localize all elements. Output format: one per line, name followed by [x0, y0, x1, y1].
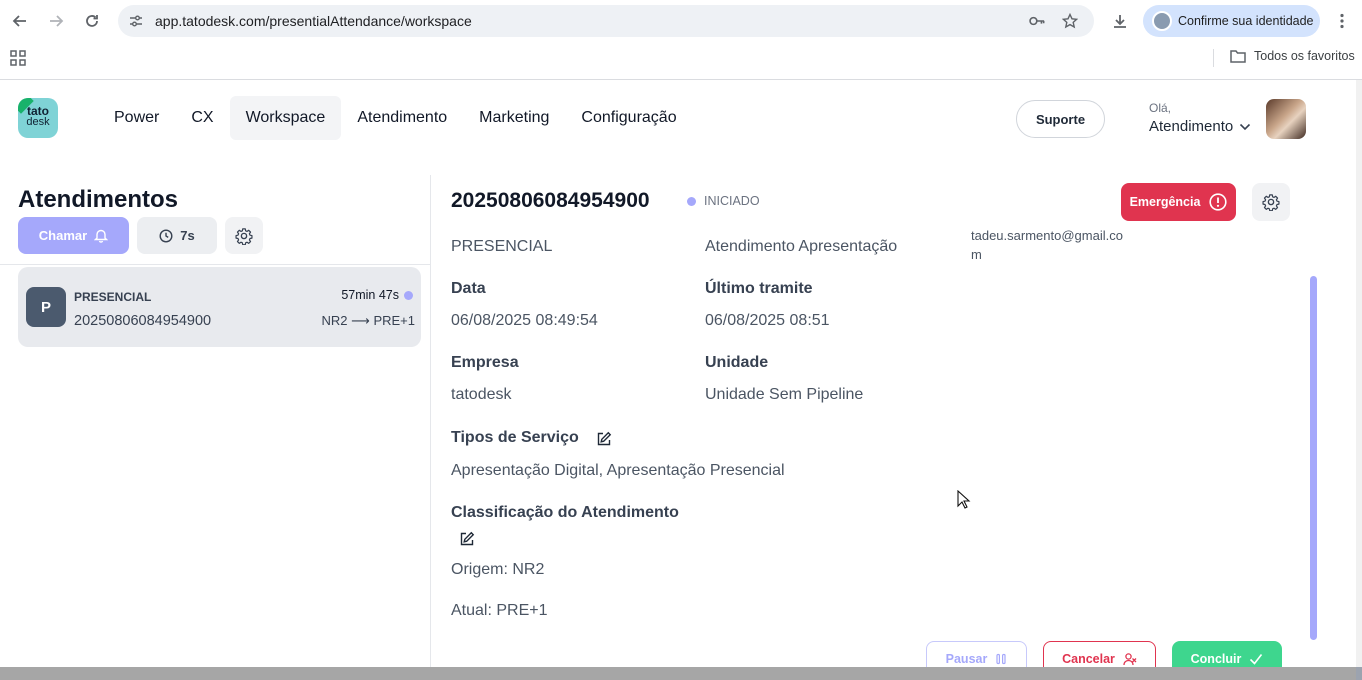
menu-item-workspace[interactable]: Workspace	[229, 96, 342, 140]
company-label: Empresa	[451, 354, 519, 371]
menu-item-atendimento[interactable]: Atendimento	[341, 96, 463, 140]
profile-button[interactable]: Confirme sua identidade	[1143, 5, 1320, 37]
queue-settings-button[interactable]	[225, 217, 263, 254]
pause-label: Pausar	[945, 652, 988, 666]
bell-icon	[94, 229, 109, 243]
pause-icon	[996, 653, 1006, 665]
user-role-label: Atendimento	[1149, 118, 1234, 135]
call-button[interactable]: Chamar	[18, 217, 129, 254]
edit-classification-icon[interactable]	[458, 530, 476, 548]
reload-icon[interactable]	[82, 11, 102, 31]
queue-item-type: PRESENCIAL	[74, 290, 152, 304]
status-text: INICIADO	[704, 194, 760, 208]
clock-icon	[159, 228, 173, 243]
menu-item-configuracao[interactable]: Configuração	[565, 96, 692, 140]
emergency-label: Emergência	[1129, 195, 1201, 209]
folder-icon	[1230, 50, 1246, 63]
user-role-dropdown[interactable]: Atendimento	[1149, 118, 1251, 135]
browser-chrome: app.tatodesk.com/presentialAttendance/wo…	[0, 0, 1362, 80]
attendance-type-value: PRESENCIAL	[451, 238, 553, 255]
url-text[interactable]: app.tatodesk.com/presentialAttendance/wo…	[155, 13, 472, 29]
check-icon	[1250, 654, 1263, 665]
cancel-label: Cancelar	[1062, 652, 1115, 666]
user-avatar[interactable]	[1266, 99, 1306, 139]
email-value: tadeu.sarmento@gmail.com	[971, 228, 1123, 262]
queue-item-elapsed: 57min 47s	[341, 288, 413, 302]
company-value: tatodesk	[451, 386, 512, 403]
queue-item-status-dot	[404, 290, 413, 300]
panel-divider	[430, 175, 431, 667]
user-remove-icon	[1123, 653, 1137, 666]
route-arrow-icon: ⟶	[351, 313, 370, 328]
call-button-label: Chamar	[38, 228, 88, 243]
address-bar[interactable]: app.tatodesk.com/presentialAttendance/wo…	[118, 5, 1094, 37]
download-icon[interactable]	[1110, 11, 1130, 31]
greeting: Olá,	[1149, 101, 1172, 115]
site-settings-icon[interactable]	[128, 13, 144, 29]
tatodesk-logo[interactable]: tato desk	[18, 98, 58, 138]
menu-item-power[interactable]: Power	[98, 96, 175, 140]
main-menu: Power CX Workspace Atendimento Marketing…	[98, 96, 693, 140]
menu-item-marketing[interactable]: Marketing	[463, 96, 565, 140]
menu-item-cx[interactable]: CX	[175, 96, 229, 140]
apps-grid-icon[interactable]	[10, 50, 26, 66]
gear-icon	[1262, 194, 1280, 211]
bookmark-separator	[1213, 49, 1214, 67]
queue-item[interactable]: P PRESENCIAL 20250806084954900 57min 47s…	[18, 267, 421, 347]
taskbar-edge	[0, 667, 1362, 680]
queue-item-elapsed-text: 57min 47s	[341, 288, 399, 302]
service-types-label: Tipos de Serviço	[451, 429, 579, 446]
all-bookmarks-label: Todos os favoritos	[1254, 49, 1355, 63]
forward-icon[interactable]	[46, 11, 66, 31]
profile-label: Confirme sua identidade	[1178, 14, 1314, 28]
route-from: NR2	[321, 313, 348, 328]
service-value: Atendimento Apresentação	[705, 238, 898, 255]
support-button[interactable]: Suporte	[1016, 100, 1105, 138]
queue-item-avatar: P	[26, 287, 66, 327]
gear-icon	[235, 227, 253, 245]
status-badge: INICIADO	[687, 194, 760, 208]
mouse-cursor-icon	[957, 490, 971, 509]
queue-item-route: NR2 ⟶ PRE+1	[322, 313, 415, 329]
left-divider	[0, 264, 430, 265]
origin-value: Origem: NR2	[451, 561, 545, 578]
queue-item-protocol: 20250806084954900	[74, 313, 212, 329]
window-scrollbar-track	[1356, 80, 1362, 680]
back-icon[interactable]	[10, 11, 30, 31]
route-to: PRE+1	[373, 313, 415, 328]
date-label: Data	[451, 280, 486, 297]
attendance-settings-button[interactable]	[1252, 183, 1290, 221]
classification-label: Classificação do Atendimento	[451, 504, 679, 521]
conclude-label: Concluir	[1190, 652, 1242, 666]
edit-service-types-icon[interactable]	[595, 430, 613, 448]
app-header: tato desk Power CX Workspace Atendimento…	[0, 80, 1362, 160]
attendance-protocol: 20250806084954900	[451, 189, 650, 212]
password-key-icon[interactable]	[1029, 13, 1045, 29]
current-value: Atual: PRE+1	[451, 602, 548, 619]
browser-menu-icon[interactable]	[1332, 11, 1352, 31]
emergency-button[interactable]: Emergência	[1121, 183, 1236, 221]
logo-text-bottom: desk	[26, 116, 50, 128]
status-dot	[687, 196, 696, 206]
date-value: 06/08/2025 08:49:54	[451, 312, 598, 329]
last-step-value: 06/08/2025 08:51	[705, 312, 830, 329]
chevron-down-icon	[1240, 123, 1251, 130]
details-scrollbar[interactable]	[1310, 276, 1317, 640]
unit-label: Unidade	[705, 354, 769, 371]
profile-avatar	[1152, 11, 1172, 31]
timer-button[interactable]: 7s	[137, 217, 217, 254]
unit-value: Unidade Sem Pipeline	[705, 386, 864, 403]
timer-label: 7s	[180, 228, 195, 243]
alert-circle-icon	[1209, 193, 1228, 211]
bookmark-star-icon[interactable]	[1062, 13, 1078, 29]
all-bookmarks-button[interactable]: Todos os favoritos	[1230, 49, 1355, 63]
service-types-value: Apresentação Digital, Apresentação Prese…	[451, 462, 785, 479]
last-step-label: Último tramite	[705, 280, 813, 297]
queue-title: Atendimentos	[18, 186, 179, 213]
